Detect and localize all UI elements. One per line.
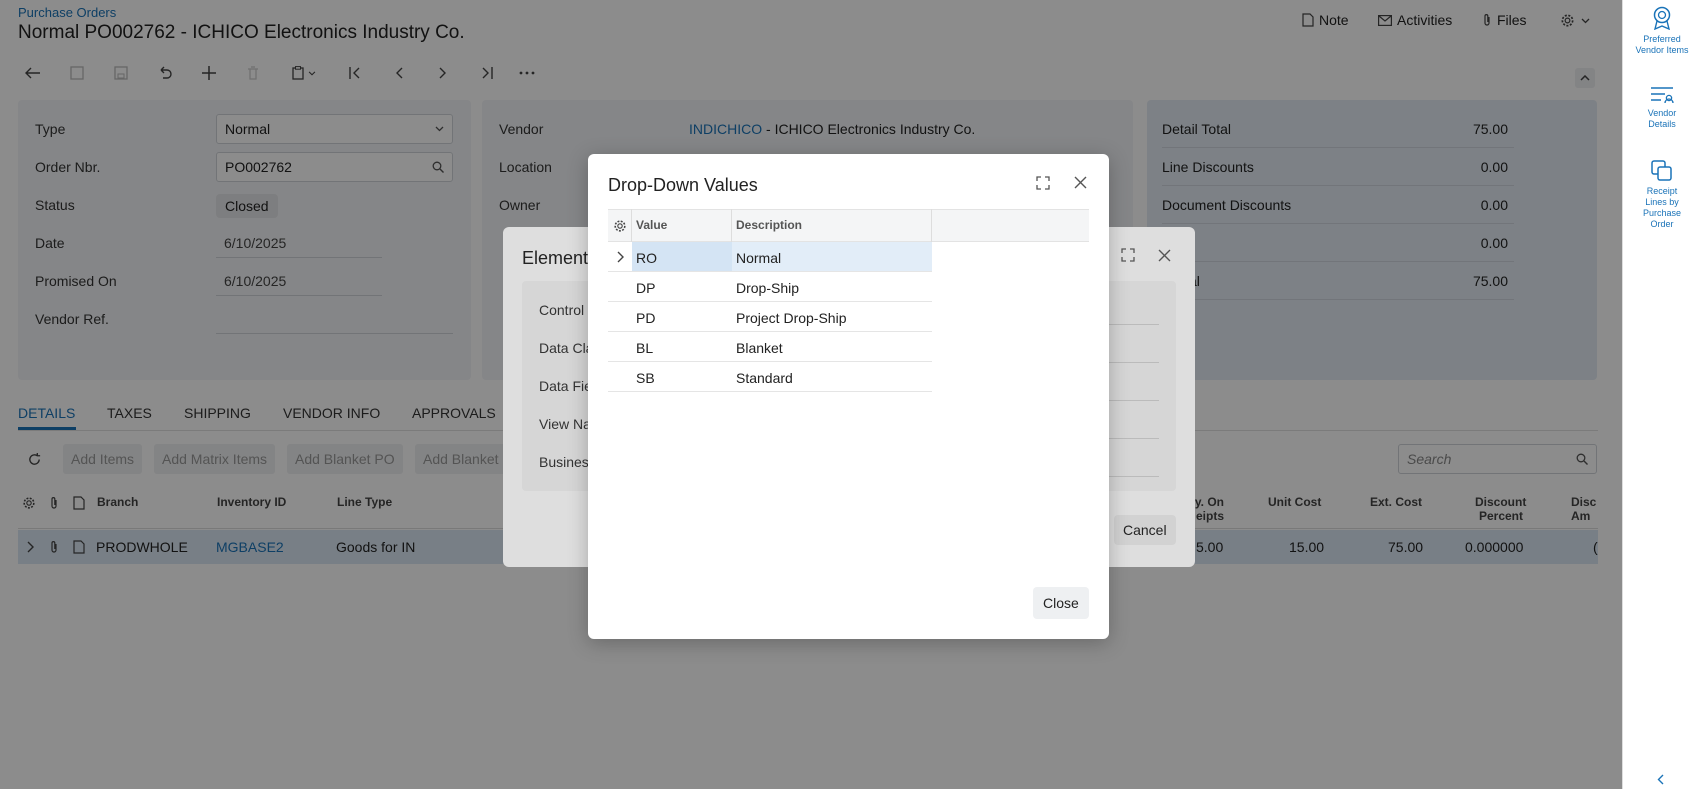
data-class-field-line [1103, 362, 1159, 363]
gear-icon[interactable] [611, 217, 629, 235]
list-item[interactable]: PD Project Drop-Ship [608, 302, 932, 332]
cell-description: Normal [736, 250, 782, 266]
element-dialog-title: Element [522, 248, 589, 268]
cell-description: Standard [736, 370, 793, 386]
data-field-field-line [1103, 400, 1159, 401]
chevron-left-icon[interactable] [1653, 772, 1667, 786]
list-item[interactable]: DP Drop-Ship [608, 272, 932, 302]
award-icon [1623, 6, 1700, 30]
col-value[interactable]: Value [636, 218, 667, 232]
cell-value: PD [636, 310, 656, 326]
cell-value: RO [636, 250, 657, 266]
receipt-lines-label: Receipt Lines by Purchase Order [1642, 186, 1682, 229]
vendor-details-button[interactable]: Vendor Details [1623, 86, 1700, 130]
list-item[interactable]: SB Standard [608, 362, 932, 392]
dropdown-values-dialog: Drop-Down Values Value Description RO No… [588, 154, 1109, 639]
close-icon[interactable] [1071, 173, 1089, 191]
maximize-icon[interactable] [1119, 246, 1137, 264]
col-description[interactable]: Description [736, 218, 802, 232]
grid-col-separator [931, 209, 932, 242]
grid-col-separator [731, 209, 732, 242]
dropdown-dialog-title: Drop-Down Values [608, 175, 758, 195]
preferred-vendor-items-button[interactable]: Preferred Vendor Items [1623, 6, 1700, 56]
list-item[interactable]: BL Blanket [608, 332, 932, 362]
data-field-label: Data Fie [539, 378, 592, 394]
maximize-icon[interactable] [1034, 174, 1052, 192]
cell-value: DP [636, 280, 656, 296]
row-indicator-icon [613, 250, 627, 264]
view-name-label: View Na [539, 416, 591, 432]
vendor-details-label: Vendor Details [1647, 108, 1677, 129]
copy-icon [1623, 160, 1700, 182]
close-icon[interactable] [1155, 246, 1173, 264]
control-label: Control [539, 302, 585, 318]
grid-col-separator [631, 209, 632, 242]
dropdown-grid-header [608, 209, 1089, 242]
control-field-line [1103, 324, 1159, 325]
cell-description: Project Drop-Ship [736, 310, 847, 326]
cancel-button[interactable]: Cancel [1114, 515, 1176, 545]
list-icon [1623, 86, 1700, 104]
dropdown-grid: Value Description RO Normal DP Drop-Ship… [608, 209, 1089, 539]
receipt-lines-button[interactable]: Receipt Lines by Purchase Order [1623, 160, 1700, 230]
data-class-label: Data Cla [539, 340, 594, 356]
list-item[interactable]: RO Normal [608, 242, 932, 272]
cell-description: Blanket [736, 340, 783, 356]
close-button[interactable]: Close [1033, 587, 1089, 619]
business-label: Busines [539, 454, 589, 470]
cell-value: SB [636, 370, 655, 386]
right-toolbar: Preferred Vendor Items Vendor Details Re… [1622, 0, 1700, 789]
cell-description: Drop-Ship [736, 280, 800, 296]
business-field-line [1103, 476, 1159, 477]
view-name-field-line [1103, 438, 1159, 439]
cell-value: BL [636, 340, 654, 356]
preferred-vendor-items-label: Preferred Vendor Items [1635, 34, 1689, 55]
